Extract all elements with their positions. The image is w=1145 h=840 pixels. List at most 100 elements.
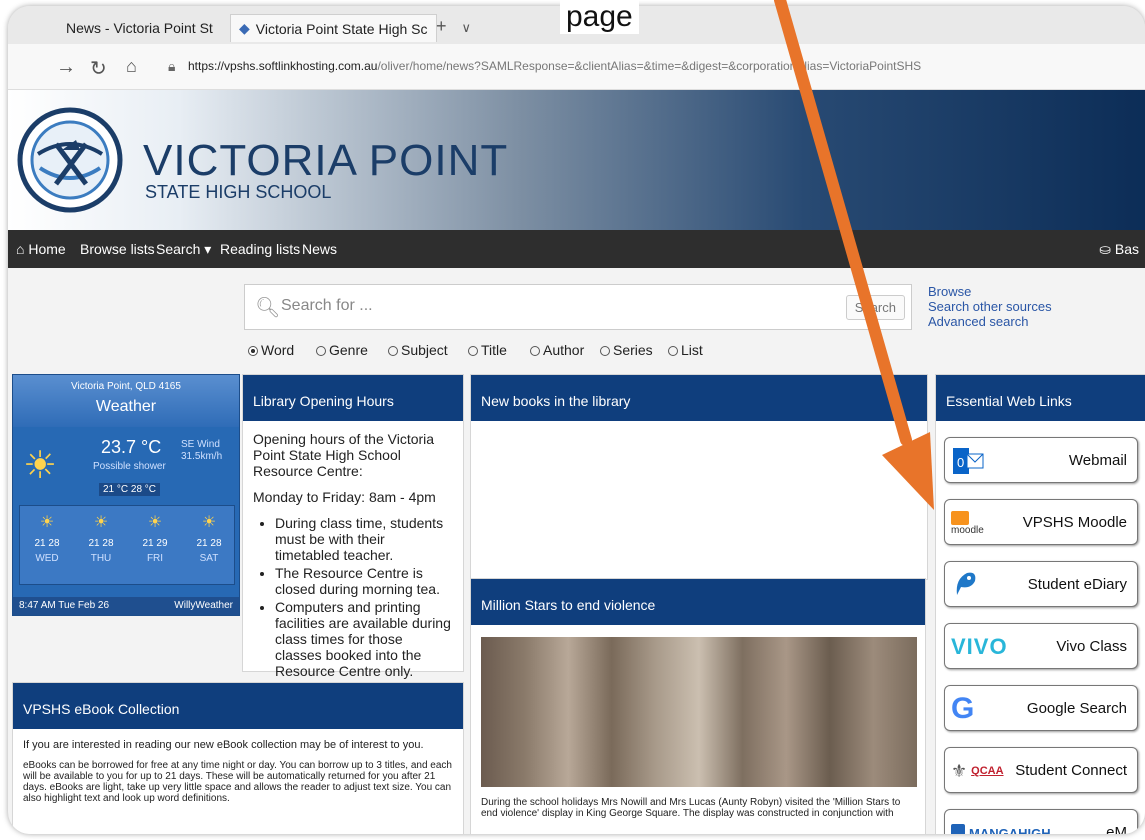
- ediary-label: Student eDiary: [1027, 576, 1127, 593]
- opening-hours-list: During class time, students must be with…: [275, 515, 453, 679]
- weather-brand[interactable]: WillyWeather: [174, 600, 233, 611]
- radio-subject[interactable]: Subject: [388, 342, 448, 358]
- home-icon[interactable]: ⌂: [126, 56, 137, 77]
- caption-text: page: [560, 0, 639, 34]
- tab-menu-icon[interactable]: ∨: [462, 20, 472, 35]
- new-tab-button[interactable]: + ∨: [436, 16, 471, 37]
- million-stars-photo[interactable]: [481, 637, 917, 787]
- moodle-link[interactable]: moodle VPSHS Moodle: [944, 499, 1138, 545]
- url-path: /oliver/home/news?SAMLResponse=&clientAl…: [377, 59, 922, 73]
- basket-icon: ⛀: [1099, 241, 1111, 257]
- forecast-high: 28: [48, 538, 60, 549]
- nav-reading-lists[interactable]: Reading lists: [220, 241, 300, 257]
- qcaa-icon-text: QCAA: [971, 765, 1004, 777]
- vivo-icon: VIVO: [951, 634, 1008, 659]
- vivo-link[interactable]: VIVO Vivo Class: [944, 623, 1138, 669]
- weather-widget[interactable]: Victoria Point, QLD 4165 Weather ☀ 23.7 …: [12, 374, 240, 616]
- forecast-day: ☀ 21 28 WED: [20, 506, 74, 586]
- student-connect-link[interactable]: ⚜ QCAA Student Connect: [944, 747, 1138, 793]
- radio-title[interactable]: Title: [468, 342, 507, 358]
- forecast-day: ☀ 21 28 SAT: [182, 506, 236, 586]
- search-links: Browse Search other sources Advanced sea…: [928, 284, 1052, 329]
- refresh-icon[interactable]: ↻: [90, 56, 107, 81]
- ebook-details: eBooks can be borrowed for free at any t…: [23, 760, 452, 804]
- weather-wind: SE Wind 31.5km/h: [181, 439, 222, 463]
- radio-series-label: Series: [613, 342, 653, 358]
- home-nav-icon: ⌂: [16, 241, 25, 257]
- radio-subject-label: Subject: [401, 342, 448, 358]
- weather-location: Victoria Point, QLD 4165: [71, 381, 181, 392]
- forecast-day-name: FRI: [146, 553, 164, 564]
- nav-search[interactable]: Search ▾: [156, 241, 211, 258]
- nav-basket[interactable]: ⛀ Bas: [1099, 241, 1139, 258]
- google-icon: G: [951, 692, 975, 725]
- student-connect-label: Student Connect: [1015, 762, 1127, 779]
- radio-icon: [530, 346, 540, 356]
- google-link[interactable]: G Google Search: [944, 685, 1138, 731]
- tab-news-label: News - Victoria Point St: [66, 20, 213, 36]
- weather-forecast: ☀ 21 28 WED ☀ 21 28 THU ☀ 21 29 FRI ☀ 21…: [19, 505, 235, 585]
- moodle-label: VPSHS Moodle: [1022, 514, 1127, 531]
- weather-condition: Possible shower: [93, 461, 166, 472]
- school-banner: VICTORIA POINT STATE HIGH SCHOOL: [8, 90, 1145, 230]
- sun-icon: ☀: [201, 514, 217, 531]
- mangahigh-link[interactable]: MANGAHIGH eM: [944, 809, 1138, 834]
- radio-icon: [388, 346, 398, 356]
- forecast-low: 21: [88, 538, 100, 549]
- radio-icon: [468, 346, 478, 356]
- opening-hours-panel: Library Opening Hours Opening hours of t…: [242, 374, 464, 679]
- browser-window: News - Victoria Point St ✕ ◆ Victoria Po…: [8, 6, 1145, 834]
- search-box[interactable]: 🔍︎ Search for ... Search: [244, 284, 912, 330]
- wind-speed: 31.5km/h: [181, 451, 223, 462]
- nav-browse-lists[interactable]: Browse lists: [80, 241, 155, 257]
- sun-icon: ☀: [147, 514, 163, 531]
- radio-author[interactable]: Author: [530, 342, 584, 358]
- opening-hours-intro: Opening hours of the Victoria Point Stat…: [253, 431, 435, 479]
- ebook-intro: If you are interested in reading our new…: [23, 739, 424, 751]
- nav-news[interactable]: News: [302, 241, 337, 257]
- plus-icon: +: [436, 16, 447, 36]
- forecast-low: 21: [196, 538, 208, 549]
- ebook-title: VPSHS eBook Collection: [13, 683, 463, 729]
- school-crest-logo[interactable]: [16, 94, 124, 226]
- radio-word[interactable]: Word: [248, 342, 294, 358]
- search-button[interactable]: Search: [845, 295, 905, 320]
- radio-series[interactable]: Series: [600, 342, 653, 358]
- crest-icon: ⚜: [951, 760, 968, 781]
- tab-news[interactable]: News - Victoria Point St ✕: [58, 14, 249, 42]
- mangahigh-label: eM: [1106, 824, 1127, 834]
- ediary-link[interactable]: Student eDiary: [944, 561, 1138, 607]
- radio-list[interactable]: List: [668, 342, 703, 358]
- radio-icon: [600, 346, 610, 356]
- forecast-high: 28: [210, 538, 222, 549]
- forecast-day-name: SAT: [199, 553, 219, 564]
- web-links-panel: Essential Web Links 0 Webmail moodle VPS…: [935, 374, 1145, 834]
- outlook-icon: 0: [951, 444, 985, 478]
- web-links-title: Essential Web Links: [936, 375, 1145, 421]
- forecast-day-name: WED: [35, 553, 59, 564]
- radio-author-label: Author: [543, 342, 585, 358]
- weather-footer: 8:47 AM Tue Feb 26 WillyWeather: [13, 597, 239, 615]
- main-nav: ⌂ Home Browse lists Search ▾ Reading lis…: [8, 230, 1145, 268]
- search-input[interactable]: Search for ...: [281, 297, 373, 315]
- new-books-panel: New books in the library: [470, 374, 928, 580]
- radio-genre[interactable]: Genre: [316, 342, 368, 358]
- list-item: During class time, students must be with…: [275, 515, 453, 563]
- qcaa-icon: ⚜ QCAA: [951, 754, 1004, 788]
- ebook-body: If you are interested in reading our new…: [13, 729, 463, 814]
- browse-link[interactable]: Browse: [928, 284, 1052, 299]
- nav-home[interactable]: ⌂ Home: [16, 241, 66, 257]
- mangahigh-icon: MANGAHIGH: [951, 816, 1051, 834]
- weather-header: Victoria Point, QLD 4165 Weather: [13, 375, 239, 427]
- url-field[interactable]: https://vpshs.softlinkhosting.com.au/oli…: [188, 59, 921, 73]
- advanced-search-link[interactable]: Advanced search: [928, 314, 1052, 329]
- webmail-link[interactable]: 0 Webmail: [944, 437, 1138, 483]
- forward-icon[interactable]: →: [56, 56, 76, 79]
- wind-direction: SE Wind: [181, 439, 220, 450]
- forecast-low: 21: [34, 538, 46, 549]
- tab-victoria-point[interactable]: ◆ Victoria Point State High Sc: [230, 14, 437, 42]
- school-name: VICTORIA POINT: [143, 136, 509, 185]
- forecast-high: 28: [102, 538, 114, 549]
- lock-icon: 🔒︎: [168, 58, 176, 74]
- search-other-sources-link[interactable]: Search other sources: [928, 299, 1052, 314]
